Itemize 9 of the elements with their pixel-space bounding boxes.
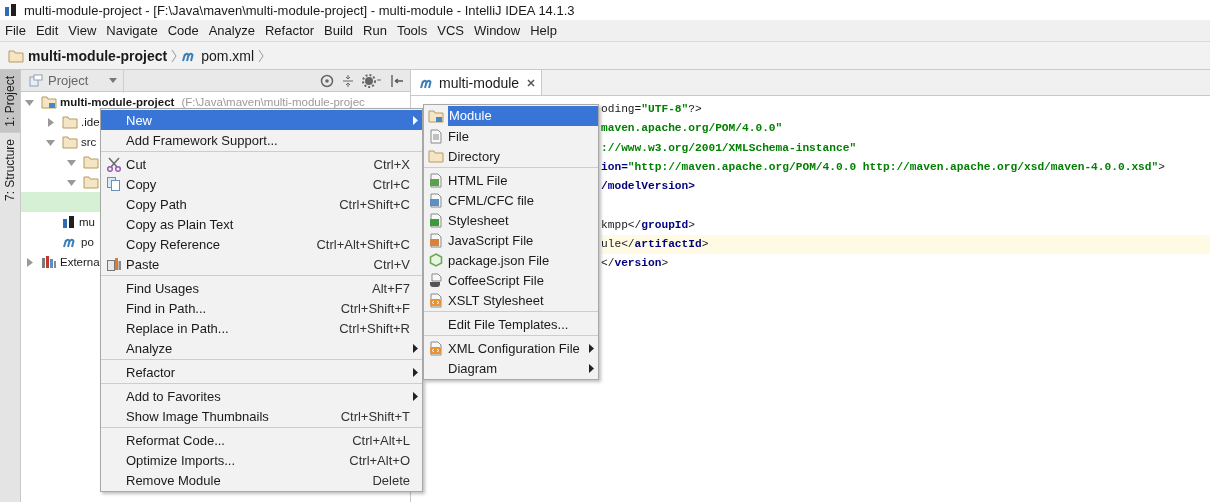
code-line: kmpp</groupId> <box>601 217 696 233</box>
code-line: ion="http://maven.apache.org/POM/4.0.0 http://maven.apache.org/xsd/maven-4.0.0.xsd"> <box>601 159 1166 175</box>
code-line: maven.apache.org/POM/4.0.0" <box>601 121 784 137</box>
code-line: /modelVersion> <box>601 179 696 195</box>
project-path: (F:\Java\maven\multi-module-projec <box>181 96 365 108</box>
window-title: multi-module-project - [F:\Java\maven\multi-module-project] - multi-module - IntelliJ IDEA 14.1.3 <box>24 2 575 18</box>
code-line: ://www.w3.org/2001/XMLSchema-instance" <box>601 140 858 156</box>
code-line: oding="UTF-8"?> <box>601 102 703 117</box>
code-line: </version> <box>601 256 670 272</box>
